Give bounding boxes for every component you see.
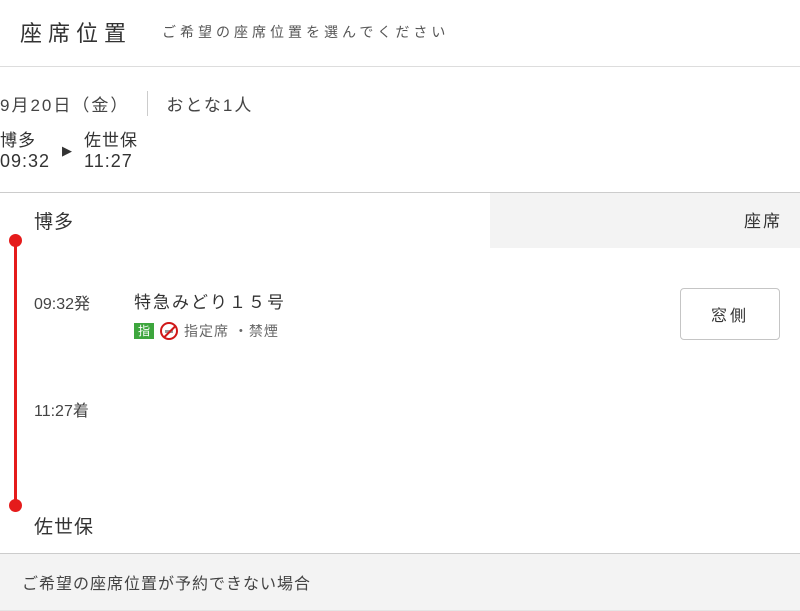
- train-name: 特急みどり１５号: [134, 288, 490, 313]
- seat-column-label: 座席: [490, 193, 800, 248]
- train-segment-row: 09:32発 特急みどり１５号 指 指定席 ・禁煙 窓側: [0, 248, 800, 341]
- summary-top-row: 9月20日（金） おとな1人: [0, 91, 800, 126]
- journey-timeline: 09:32発 特急みどり１５号 指 指定席 ・禁煙 窓側 11:27着: [0, 248, 800, 498]
- origin-block: 博多 09:32: [0, 126, 50, 172]
- page-header: 座席位置 ご希望の座席位置を選んでください: [0, 0, 800, 67]
- destination-block: 佐世保 11:27: [84, 126, 138, 172]
- passenger-count: おとな1人: [148, 91, 253, 116]
- segment-origin-label: 博多: [0, 193, 490, 248]
- origin-time: 09:32: [0, 151, 50, 172]
- origin-station: 博多: [0, 126, 50, 151]
- timeline-line: [14, 240, 17, 506]
- page-title: 座席位置: [20, 16, 132, 48]
- train-info: 特急みどり１５号 指 指定席 ・禁煙: [134, 288, 490, 341]
- reserved-seat-badge: 指: [134, 323, 154, 339]
- trip-summary: 9月20日（金） おとな1人 博多 09:32 ▶ 佐世保 11:27: [0, 67, 800, 192]
- destination-time: 11:27: [84, 151, 138, 172]
- trip-date: 9月20日（金）: [0, 91, 148, 116]
- seat-position-button[interactable]: 窓側: [680, 288, 780, 340]
- summary-route-row: 博多 09:32 ▶ 佐世保 11:27: [0, 126, 800, 172]
- destination-station: 佐世保: [84, 126, 138, 151]
- seat-select-cell: 窓側: [490, 288, 800, 340]
- timeline-dot-origin: [9, 234, 22, 247]
- no-smoking-icon: [160, 322, 178, 340]
- segment-header-row: 博多 座席: [0, 192, 800, 248]
- seat-tags: 指 指定席 ・禁煙: [134, 321, 490, 341]
- page-subtitle: ご希望の座席位置を選んでください: [162, 22, 449, 42]
- unavailable-notice-row[interactable]: ご希望の座席位置が予約できない場合: [0, 554, 800, 611]
- seat-type-text: 指定席 ・禁煙: [184, 321, 279, 341]
- departure-time: 09:32発: [34, 288, 134, 314]
- arrow-right-icon: ▶: [62, 140, 72, 159]
- arrival-time: 11:27着: [0, 341, 800, 421]
- segment-destination-label: 佐世保: [0, 498, 800, 554]
